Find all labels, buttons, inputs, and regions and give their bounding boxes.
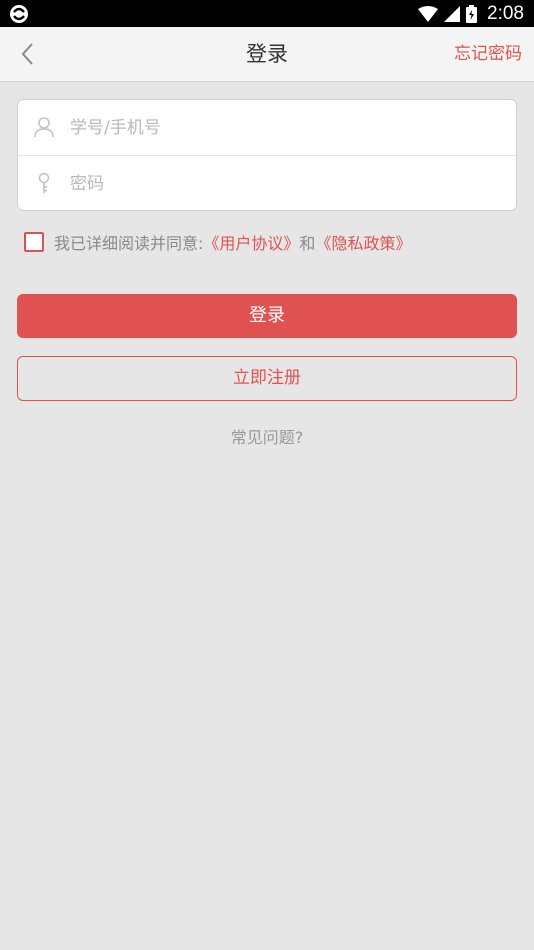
cellular-signal-icon <box>444 5 461 22</box>
privacy-policy-link[interactable]: 《隐私政策》 <box>315 234 411 253</box>
forgot-password-link[interactable]: 忘记密码 <box>454 27 522 81</box>
agreement-checkbox[interactable] <box>24 232 44 252</box>
user-icon <box>34 117 54 138</box>
password-input[interactable] <box>68 166 502 202</box>
user-agreement-link[interactable]: 《用户协议》 <box>203 234 299 253</box>
wifi-icon <box>418 5 439 22</box>
agreement-conjunction: 和 <box>299 234 316 253</box>
username-input[interactable] <box>68 110 502 146</box>
faq-link[interactable]: 常见问题? <box>0 424 534 448</box>
agreement-prefix: 我已详细阅读并同意: <box>54 234 204 253</box>
register-button[interactable]: 立即注册 <box>17 356 517 401</box>
key-icon <box>38 172 50 193</box>
app-header: 登录 忘记密码 <box>0 27 534 82</box>
password-row <box>18 156 516 211</box>
sync-logo-icon <box>10 5 28 23</box>
agreement-row: 我已详细阅读并同意:《用户协议》和《隐私政策》 <box>24 230 411 254</box>
login-button[interactable]: 登录 <box>17 294 517 338</box>
username-row <box>18 100 516 156</box>
login-form <box>17 99 517 211</box>
agreement-text: 我已详细阅读并同意:《用户协议》和《隐私政策》 <box>54 230 411 254</box>
battery-icon <box>466 4 478 23</box>
status-bar: 2:08 <box>0 0 534 27</box>
clock: 2:08 <box>487 2 524 24</box>
status-icons: 2:08 <box>418 0 524 27</box>
